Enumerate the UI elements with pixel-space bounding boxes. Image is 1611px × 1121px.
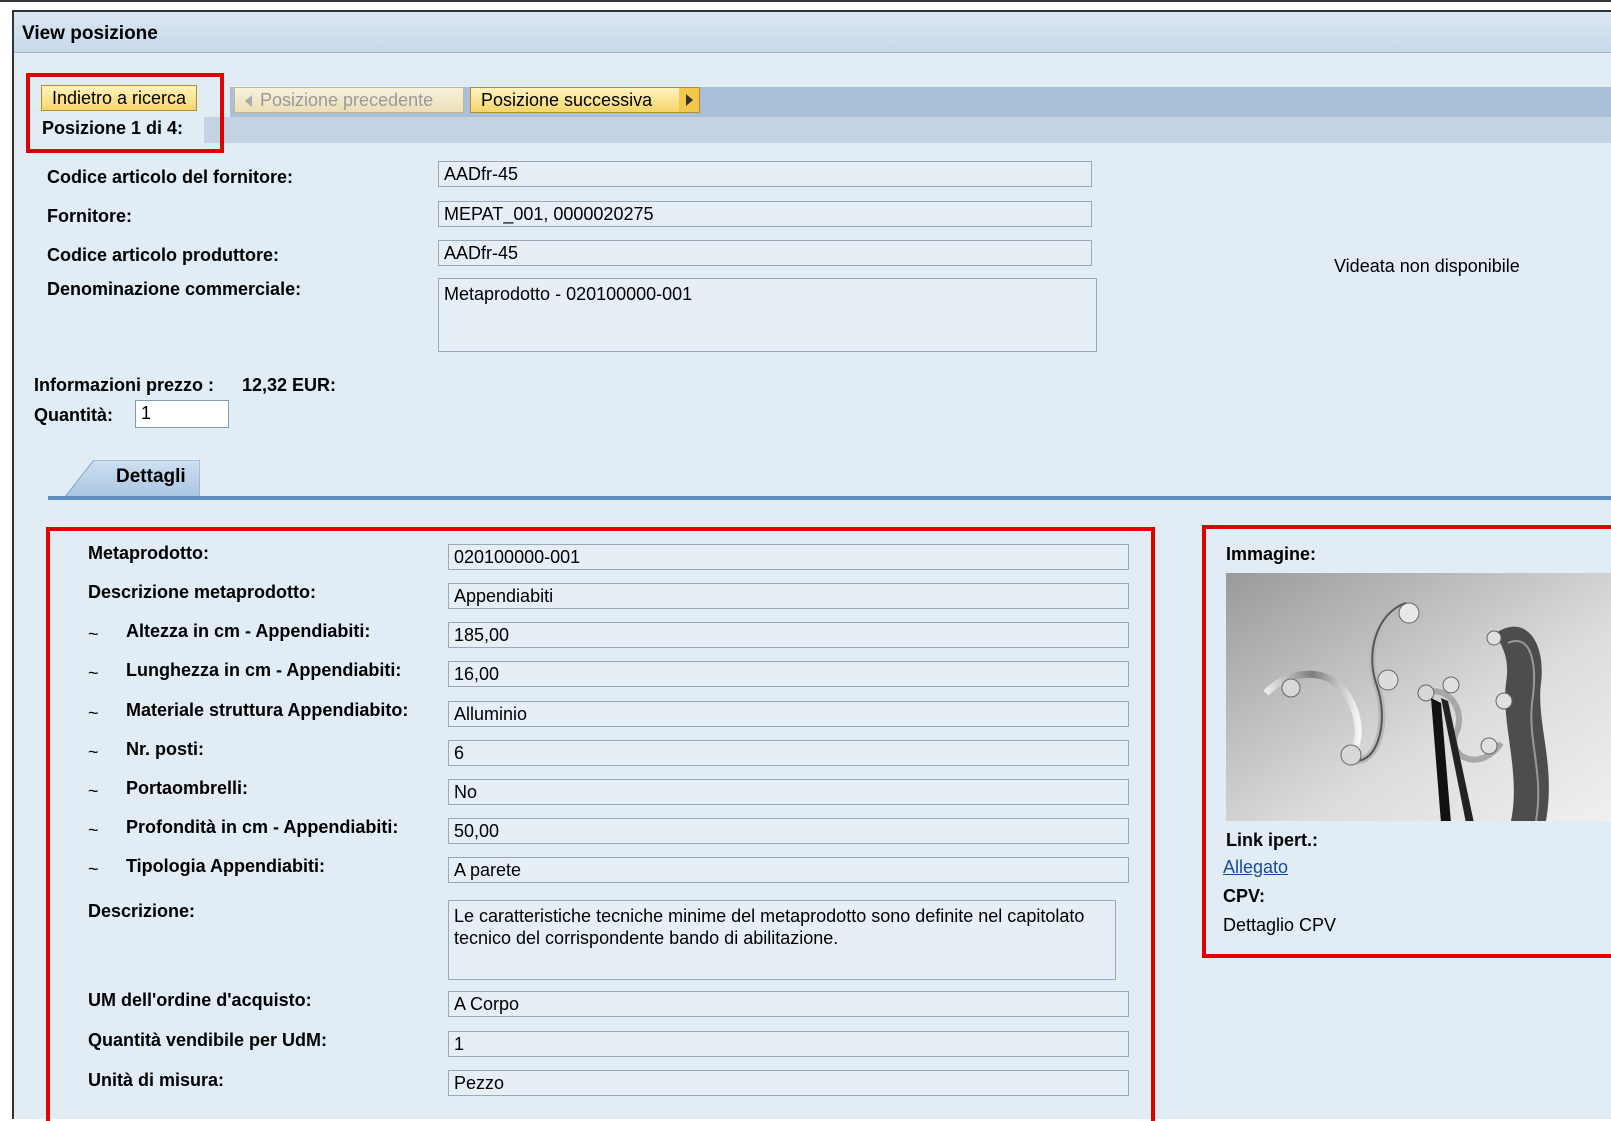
supplier-label: Fornitore: xyxy=(47,206,132,226)
tab-underline xyxy=(48,496,1611,500)
detail-label-metaproduct-description: Descrizione metaprodotto: xyxy=(88,582,317,602)
next-position-label: Posizione successiva xyxy=(481,90,653,110)
price-value: 12,32 EUR: xyxy=(242,375,337,395)
tab-dettagli-label: Dettagli xyxy=(116,466,186,487)
detail-field-material: Alluminio xyxy=(448,701,1129,727)
detail-field-length: 16,00 xyxy=(448,661,1129,687)
hyperlink-label: Link ipert.: xyxy=(1226,830,1319,850)
image-label: Immagine: xyxy=(1226,544,1317,564)
detail-label-depth: Profondità in cm - Appendiabiti: xyxy=(126,817,399,837)
detail-field-depth: 50,00 xyxy=(448,818,1129,844)
next-position-button[interactable]: Posizione successiva xyxy=(470,87,700,113)
product-image xyxy=(1226,573,1611,821)
quantity-label: Quantità: xyxy=(34,405,113,425)
window-top-border xyxy=(0,0,1611,4)
detail-label-sellable-quantity: Quantità vendibile per UdM: xyxy=(88,1030,328,1050)
tilde-mark: ~ xyxy=(88,703,99,723)
detail-label-umbrella-stand: Portaombrelli: xyxy=(126,778,249,798)
description-field: Le caratteristiche tecniche minime del m… xyxy=(448,900,1116,980)
detail-field-unit-of-measure: Pezzo xyxy=(448,1070,1129,1096)
tilde-mark: ~ xyxy=(88,624,99,644)
tilde-mark: ~ xyxy=(88,781,99,801)
detail-label-seats: Nr. posti: xyxy=(126,739,205,759)
tilde-mark: ~ xyxy=(88,820,99,840)
detail-field-seats: 6 xyxy=(448,740,1129,766)
toolbar-subband xyxy=(204,117,1611,143)
supplier-article-code-label: Codice articolo del fornitore: xyxy=(47,167,294,187)
detail-label-metaproduct: Metaprodotto: xyxy=(88,543,209,563)
quantity-input[interactable]: 1 xyxy=(135,400,229,428)
window-title: View posizione xyxy=(22,23,158,44)
detail-field-metaproduct-description: Appendiabiti xyxy=(448,583,1129,609)
supplier-field: MEPAT_001, 0000020275 xyxy=(438,201,1092,227)
detail-label-height: Altezza in cm - Appendiabiti: xyxy=(126,621,371,641)
commercial-name-field: Metaprodotto - 020100000-001 xyxy=(438,278,1097,352)
detail-label-unit-of-measure: Unità di misura: xyxy=(88,1070,225,1090)
attachment-link[interactable]: Allegato xyxy=(1223,857,1288,878)
detail-label-material: Materiale struttura Appendiabito: xyxy=(126,700,409,720)
detail-label-type: Tipologia Appendiabiti: xyxy=(126,856,325,876)
detail-field-height: 185,00 xyxy=(448,622,1129,648)
detail-field-sellable-quantity: 1 xyxy=(448,1031,1129,1057)
detail-field-metaproduct: 020100000-001 xyxy=(448,544,1129,570)
screen-unavailable-text: Videata non disponibile xyxy=(1334,256,1520,276)
cpv-detail-text: Dettaglio CPV xyxy=(1223,915,1337,935)
producer-article-code-field: AADfr-45 xyxy=(438,240,1092,266)
title-bar: View posizione xyxy=(14,12,1611,53)
coat-hanger-illustration xyxy=(1226,573,1611,821)
detail-field-umbrella-stand: No xyxy=(448,779,1129,805)
producer-article-code-label: Codice articolo produttore: xyxy=(47,245,280,265)
detail-field-order-uom: A Corpo xyxy=(448,991,1129,1017)
commercial-name-label: Denominazione commerciale: xyxy=(47,279,302,299)
previous-position-label: Posizione precedente xyxy=(260,90,434,110)
tilde-mark: ~ xyxy=(88,859,99,879)
arrow-left-icon xyxy=(245,95,252,108)
tab-dettagli[interactable]: Dettagli xyxy=(64,460,200,498)
cpv-label: CPV: xyxy=(1223,886,1266,906)
detail-label-length: Lunghezza in cm - Appendiabiti: xyxy=(126,660,402,680)
arrow-right-icon-box xyxy=(679,88,699,112)
arrow-right-icon xyxy=(686,94,693,106)
description-label: Descrizione: xyxy=(88,901,196,921)
tilde-mark: ~ xyxy=(88,742,99,762)
highlight-box-navigation xyxy=(26,73,224,153)
previous-position-button[interactable]: Posizione precedente xyxy=(234,87,464,113)
supplier-article-code-field: AADfr-45 xyxy=(438,161,1092,187)
app-frame: View posizione Indietro a ricerca Posizi… xyxy=(12,10,1611,1121)
detail-field-type: A parete xyxy=(448,857,1129,883)
detail-label-order-uom: UM dell'ordine d'acquisto: xyxy=(88,990,312,1010)
tilde-mark: ~ xyxy=(88,663,99,683)
price-label: Informazioni prezzo : xyxy=(34,375,214,395)
